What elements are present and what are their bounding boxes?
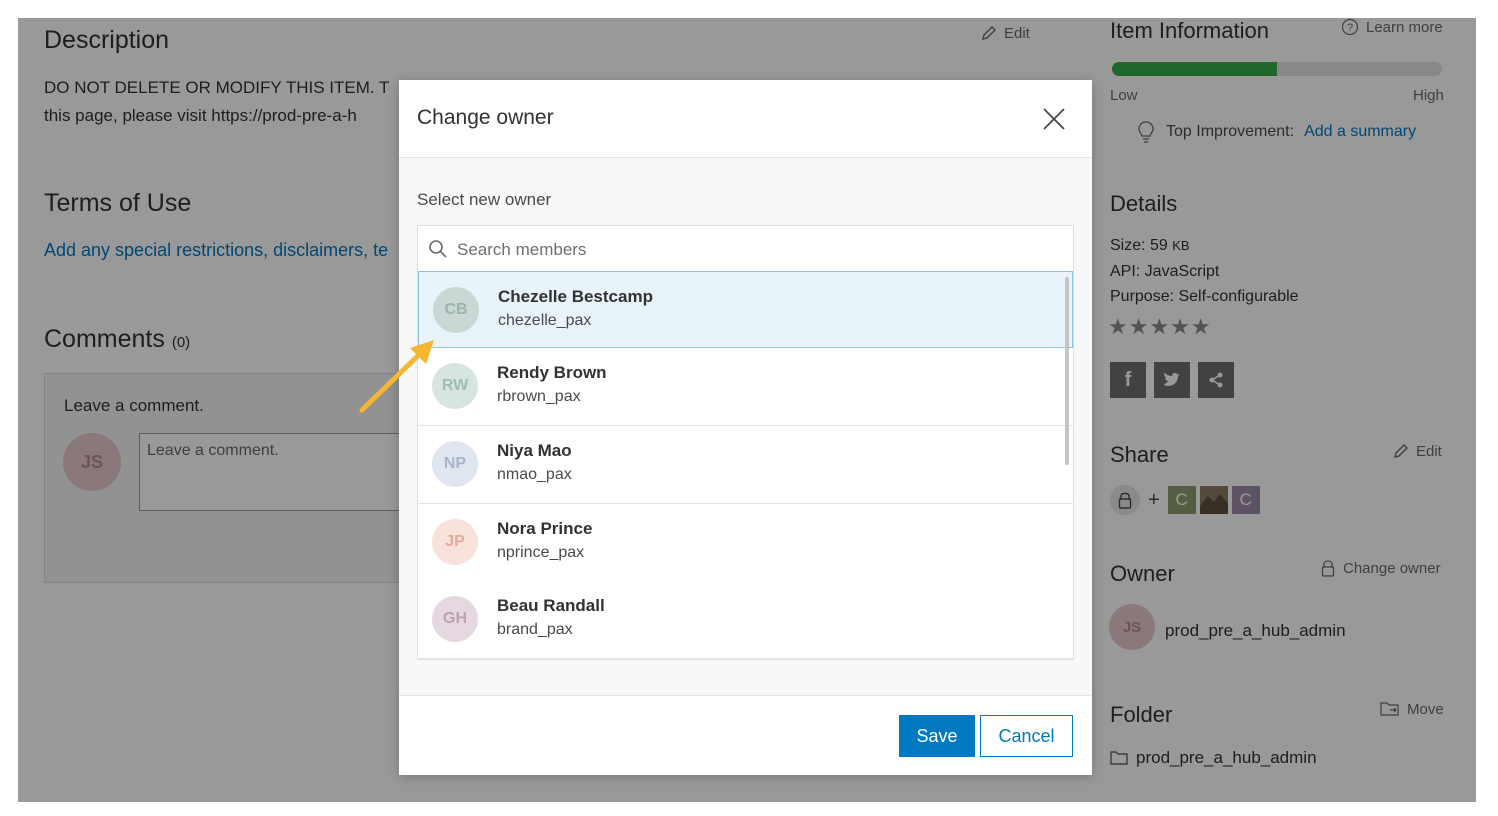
member-list-scrollbar[interactable]	[1065, 277, 1069, 465]
change-owner-modal: Change owner Select new owner CB Chezell…	[399, 80, 1092, 775]
close-button[interactable]	[1039, 104, 1069, 134]
member-username: brand_pax	[497, 621, 573, 638]
member-name: Rendy Brown	[497, 363, 607, 382]
modal-body: Select new owner CB Chezelle Bestcamp ch…	[399, 158, 1092, 695]
member-username: nprince_pax	[497, 544, 585, 561]
avatar: NP	[432, 441, 478, 487]
cancel-button[interactable]: Cancel	[980, 715, 1073, 757]
member-username: rbrown_pax	[497, 388, 581, 405]
search-icon	[429, 240, 447, 258]
member-row-beau[interactable]: GH Beau Randall brand_pax	[418, 581, 1073, 659]
member-username: nmao_pax	[497, 466, 572, 483]
avatar: GH	[432, 596, 478, 642]
member-name: Chezelle Bestcamp	[498, 287, 653, 306]
modal-footer: Save Cancel	[399, 695, 1092, 775]
member-name: Nora Prince	[497, 519, 593, 538]
search-box[interactable]	[417, 225, 1074, 273]
page-frame: Description Edit DO NOT DELETE OR MODIFY…	[18, 18, 1476, 802]
close-icon	[1043, 108, 1065, 130]
avatar: JP	[432, 519, 478, 565]
member-row-nora[interactable]: JP Nora Prince nprince_pax	[418, 504, 1073, 582]
search-input[interactable]	[455, 234, 1059, 266]
member-name: Beau Randall	[497, 596, 605, 615]
member-row-niya[interactable]: NP Niya Mao nmao_pax	[418, 426, 1073, 504]
member-row-chezelle[interactable]: CB Chezelle Bestcamp chezelle_pax	[418, 271, 1073, 348]
select-owner-label: Select new owner	[417, 190, 552, 209]
member-username: chezelle_pax	[498, 312, 592, 329]
callout-arrow-icon	[359, 340, 434, 413]
member-row-rendy[interactable]: RW Rendy Brown rbrown_pax	[418, 348, 1073, 426]
member-list: CB Chezelle Bestcamp chezelle_pax RW Ren…	[417, 271, 1074, 660]
member-name: Niya Mao	[497, 441, 572, 460]
save-button[interactable]: Save	[899, 715, 975, 757]
modal-header: Change owner	[399, 80, 1092, 158]
modal-title: Change owner	[417, 106, 554, 129]
